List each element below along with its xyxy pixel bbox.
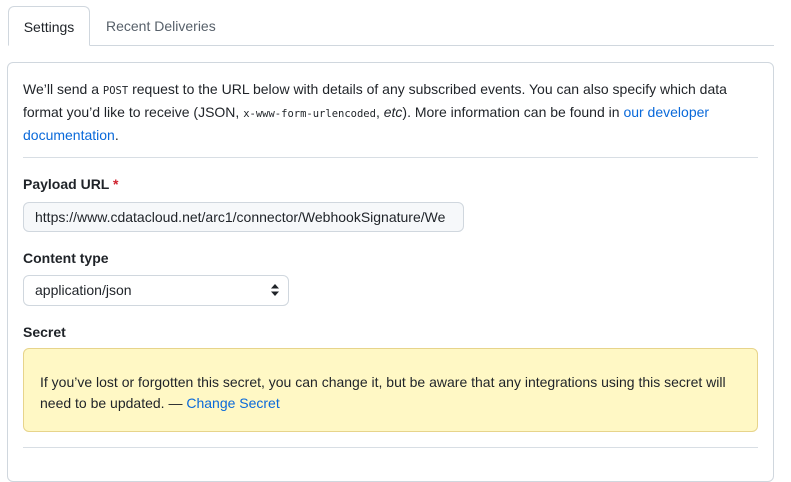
content-type-label: Content type [23,250,109,266]
tab-bar: Settings Recent Deliveries [8,6,774,46]
intro-part-3: , [375,104,384,120]
tab-settings[interactable]: Settings [8,6,90,46]
section-divider-bottom [23,447,758,448]
intro-text: We’ll send a POST request to the URL bel… [23,79,743,146]
content-type-select[interactable]: application/json [23,275,289,306]
change-secret-link[interactable]: Change Secret [186,395,279,411]
intro-part-1: We’ll send a [23,81,103,97]
required-asterisk: * [113,176,119,192]
webhook-settings-panel: We’ll send a POST request to the URL bel… [7,62,774,482]
tab-recent-deliveries[interactable]: Recent Deliveries [92,6,230,46]
secret-warning-flash: If you’ve lost or forgotten this secret,… [23,348,758,432]
etc-text: etc [383,104,403,120]
form-urlencoded-code: x-www-form-urlencoded [243,108,376,120]
secret-notice-text: If you’ve lost or forgotten this secret,… [40,374,726,411]
intro-part-4: ). More information can be found in [402,104,624,120]
payload-url-input[interactable] [23,202,464,232]
section-divider [23,157,758,158]
payload-url-label-text: Payload URL [23,176,110,192]
content-type-selected-value: application/json [35,282,132,298]
select-arrows-icon [271,284,279,296]
payload-url-label: Payload URL * [23,176,118,192]
intro-part-5: . [114,127,119,143]
secret-label: Secret [23,324,66,340]
post-code: POST [102,85,129,97]
